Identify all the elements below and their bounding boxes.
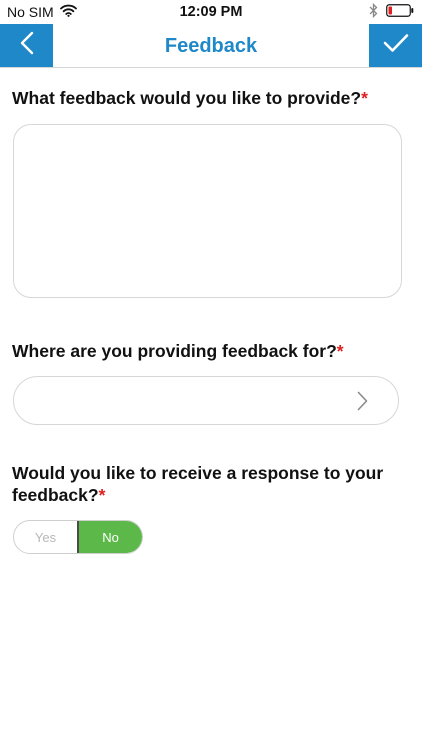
response-question-line1: Would you like to receive a response to … [12,463,384,483]
chevron-right-icon [357,391,368,416]
bluetooth-icon [369,2,378,21]
response-question-line2: feedback? [12,485,99,505]
required-marker: * [336,341,344,361]
location-select[interactable] [13,376,399,425]
submit-button[interactable] [369,24,422,67]
required-marker: * [361,88,368,108]
feedback-question-label: What feedback would you like to provide?… [12,87,368,109]
response-question-line2-row: feedback?* [12,484,383,506]
checkmark-icon [383,33,409,58]
toggle-no-option[interactable]: No [79,521,142,553]
toggle-yes-option[interactable]: Yes [14,521,79,553]
feedback-question-text: What feedback would you like to provide? [12,88,362,108]
status-bar: No SIM 12:09 PM [0,0,422,24]
feedback-textarea[interactable] [13,124,402,298]
nav-bar: Feedback [0,24,422,68]
page-title: Feedback [164,35,258,57]
status-time: 12:09 PM [179,4,243,20]
location-question-label: Where are you providing feedback for?* [12,340,344,362]
required-marker: * [98,485,106,505]
location-question-text: Where are you providing feedback for? [12,341,337,361]
battery-low-icon [386,4,414,20]
response-question-label: Would you like to receive a response to … [12,462,383,506]
status-right [369,2,414,21]
response-toggle: Yes No [13,520,143,554]
